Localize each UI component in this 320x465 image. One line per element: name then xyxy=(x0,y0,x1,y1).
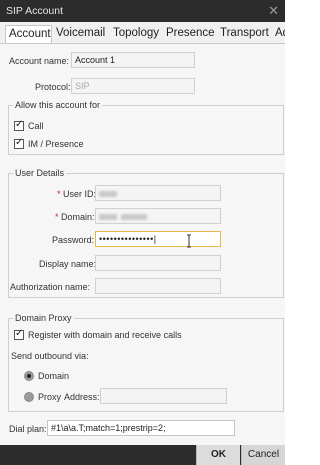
protocol-label: Protocol: xyxy=(35,82,71,92)
user-id-input[interactable] xyxy=(95,185,221,201)
authorization-name-label: Authorization name: xyxy=(10,282,91,292)
required-mark: * xyxy=(55,212,59,222)
tab-transport[interactable]: Transport xyxy=(217,25,272,43)
password-label: Password: xyxy=(52,235,95,245)
allow-account-legend: Allow this account for xyxy=(13,100,103,110)
proxy-radio[interactable] xyxy=(24,392,34,402)
dial-plan-label: Dial plan: xyxy=(9,424,47,434)
user-details-legend: User Details xyxy=(13,168,67,178)
proxy-address-input xyxy=(100,388,227,404)
call-checkbox[interactable] xyxy=(14,119,24,131)
register-label: Register with domain and receive calls xyxy=(28,330,182,340)
account-name-input[interactable]: Account 1 xyxy=(71,52,195,68)
tab-advanced[interactable]: Advanced xyxy=(272,25,285,43)
send-outbound-label: Send outbound via: xyxy=(11,351,89,361)
register-checkbox[interactable] xyxy=(14,328,24,340)
ok-button[interactable]: OK xyxy=(196,445,240,465)
close-icon[interactable]: ✕ xyxy=(268,3,279,19)
dial-plan-input[interactable]: #1\a\a.T;match=1;prestrip=2; xyxy=(47,420,235,436)
tab-presence[interactable]: Presence xyxy=(163,25,218,43)
domain-option-label: Domain xyxy=(38,371,70,381)
redacted-value xyxy=(99,190,117,197)
protocol-field: SIP xyxy=(71,78,195,94)
proxy-option-label: Proxy xyxy=(38,392,62,402)
user-id-label: * User ID: xyxy=(57,189,96,199)
im-presence-label: IM / Presence xyxy=(28,139,84,149)
call-label: Call xyxy=(28,121,44,131)
required-mark: * xyxy=(57,189,61,199)
account-name-label: Account name: xyxy=(9,56,70,66)
redacted-value xyxy=(99,213,117,220)
tab-bar: Account Voicemail Topology Presence Tran… xyxy=(0,22,285,44)
authorization-name-input[interactable] xyxy=(95,278,221,294)
window-title: SIP Account xyxy=(6,5,64,17)
im-presence-checkbox[interactable] xyxy=(14,137,24,149)
domain-radio[interactable] xyxy=(24,371,34,381)
domain-label-text: Domain: xyxy=(61,212,95,222)
display-name-label: Display name: xyxy=(39,259,97,269)
tab-voicemail[interactable]: Voicemail xyxy=(53,25,108,43)
domain-input[interactable] xyxy=(95,208,221,224)
domain-proxy-legend: Domain Proxy xyxy=(13,313,74,323)
password-input[interactable]: •••••••••••••••| xyxy=(95,231,221,247)
redacted-value xyxy=(121,213,147,220)
display-name-input[interactable] xyxy=(95,255,221,271)
proxy-address-label: Address: xyxy=(64,392,100,402)
dialog-footer: OK Cancel xyxy=(0,445,285,465)
user-id-label-text: User ID: xyxy=(63,189,97,199)
tab-account[interactable]: Account xyxy=(5,25,52,43)
text-cursor-icon xyxy=(187,234,191,248)
domain-label: * Domain: xyxy=(55,212,95,222)
cancel-button[interactable]: Cancel xyxy=(241,445,285,465)
tab-topology[interactable]: Topology xyxy=(110,25,162,43)
title-bar: SIP Account ✕ xyxy=(0,0,285,22)
